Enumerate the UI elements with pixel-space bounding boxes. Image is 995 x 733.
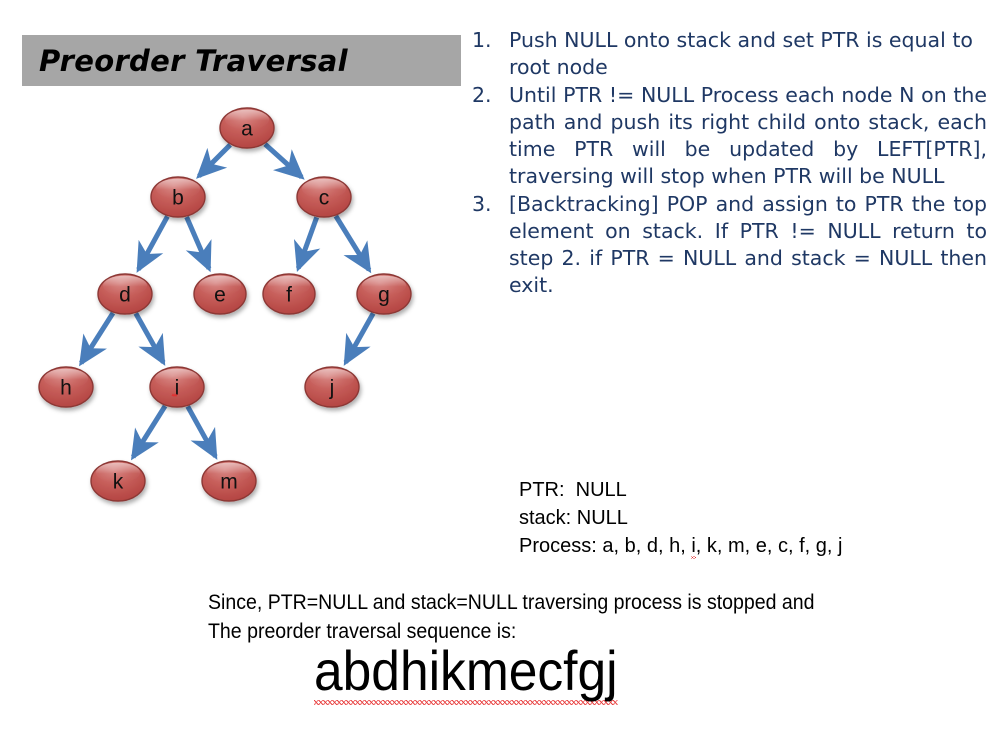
state-block: PTR: NULL stack: NULL Process: a, b, d, … bbox=[519, 476, 939, 560]
node-label: i bbox=[175, 377, 180, 400]
tree-edge-c-f bbox=[293, 216, 321, 272]
node-label: b bbox=[172, 187, 184, 210]
conclusion-line-1: Since, PTR=NULL and stack=NULL traversin… bbox=[208, 591, 815, 614]
conclusion-block: Since, PTR=NULL and stack=NULL traversin… bbox=[208, 588, 968, 646]
tree-node-g: g bbox=[356, 273, 412, 315]
node-label: k bbox=[113, 471, 124, 494]
tree-node-m: m bbox=[201, 460, 257, 502]
step-text: Until PTR != NULL Process each node N on… bbox=[509, 83, 987, 188]
algorithm-steps-list: 1. Push NULL onto stack and set PTR is eq… bbox=[472, 27, 987, 300]
tree-nodes: a b c d e f g h i j k m bbox=[38, 107, 412, 502]
tree-node-d: d bbox=[97, 273, 153, 315]
tree-node-j: j bbox=[304, 366, 360, 408]
tree-node-i: i bbox=[149, 366, 205, 408]
tree-edge-i-m bbox=[185, 405, 218, 460]
process-prefix: Process: a, b, d, h, bbox=[519, 535, 692, 557]
node-i-spellcheck-squiggle bbox=[171, 393, 178, 398]
tree-edge-d-i bbox=[133, 312, 166, 366]
tree-edge-a-c bbox=[263, 142, 305, 180]
node-label: g bbox=[378, 284, 390, 307]
sequence-wrap: abdhikmecfgj bbox=[314, 640, 644, 705]
node-label: f bbox=[286, 284, 292, 307]
step-item: 3. [Backtracking] POP and assign to PTR t… bbox=[472, 191, 987, 299]
binary-tree-diagram: a b c d e f g h i j k m bbox=[0, 95, 465, 525]
step-number: 3. bbox=[472, 192, 492, 216]
step-text: [Backtracking] POP and assign to PTR the… bbox=[509, 192, 987, 297]
node-label: m bbox=[220, 471, 238, 494]
tree-node-k: k bbox=[90, 460, 146, 502]
tree-edge-a-b bbox=[196, 143, 232, 179]
node-label: a bbox=[241, 118, 253, 141]
stack-state-line: stack: NULL bbox=[519, 507, 628, 529]
node-label: j bbox=[329, 377, 335, 400]
tree-node-f: f bbox=[262, 273, 316, 315]
step-number: 1. bbox=[472, 28, 492, 52]
step-item: 1. Push NULL onto stack and set PTR is eq… bbox=[472, 27, 987, 81]
tree-node-e: e bbox=[193, 273, 247, 315]
tree-node-a: a bbox=[219, 107, 275, 149]
tree-node-c: c bbox=[296, 176, 352, 218]
tree-node-b: b bbox=[150, 176, 206, 218]
preorder-sequence-result: abdhikmecfgj bbox=[314, 640, 618, 705]
step-text: Push NULL onto stack and set PTR is equa… bbox=[509, 28, 973, 79]
page-title: Preorder Traversal bbox=[39, 43, 348, 78]
tree-node-h: h bbox=[38, 366, 94, 408]
process-suffix: , k, m, e, c, f, g, j bbox=[695, 535, 843, 557]
node-label: d bbox=[119, 284, 131, 307]
ptr-state-line: PTR: NULL bbox=[519, 479, 627, 501]
tree-edge-d-h bbox=[79, 311, 116, 367]
process-state-line: Process: a, b, d, h, i, k, m, e, c, f, g… bbox=[519, 532, 939, 560]
tree-edge-c-g bbox=[333, 214, 372, 274]
tree-edge-i-k bbox=[130, 404, 168, 461]
tree-edge-b-d bbox=[136, 215, 170, 273]
node-label: c bbox=[319, 187, 330, 210]
tree-edge-g-j bbox=[343, 312, 376, 366]
step-number: 2. bbox=[472, 83, 492, 107]
node-label: h bbox=[60, 377, 72, 400]
node-label: e bbox=[214, 284, 226, 307]
title-banner: Preorder Traversal bbox=[22, 35, 461, 86]
tree-svg: a b c d e f g h i j k m bbox=[38, 107, 412, 502]
step-item: 2. Until PTR != NULL Process each node N … bbox=[472, 82, 987, 190]
tree-edge-b-e bbox=[184, 216, 212, 273]
